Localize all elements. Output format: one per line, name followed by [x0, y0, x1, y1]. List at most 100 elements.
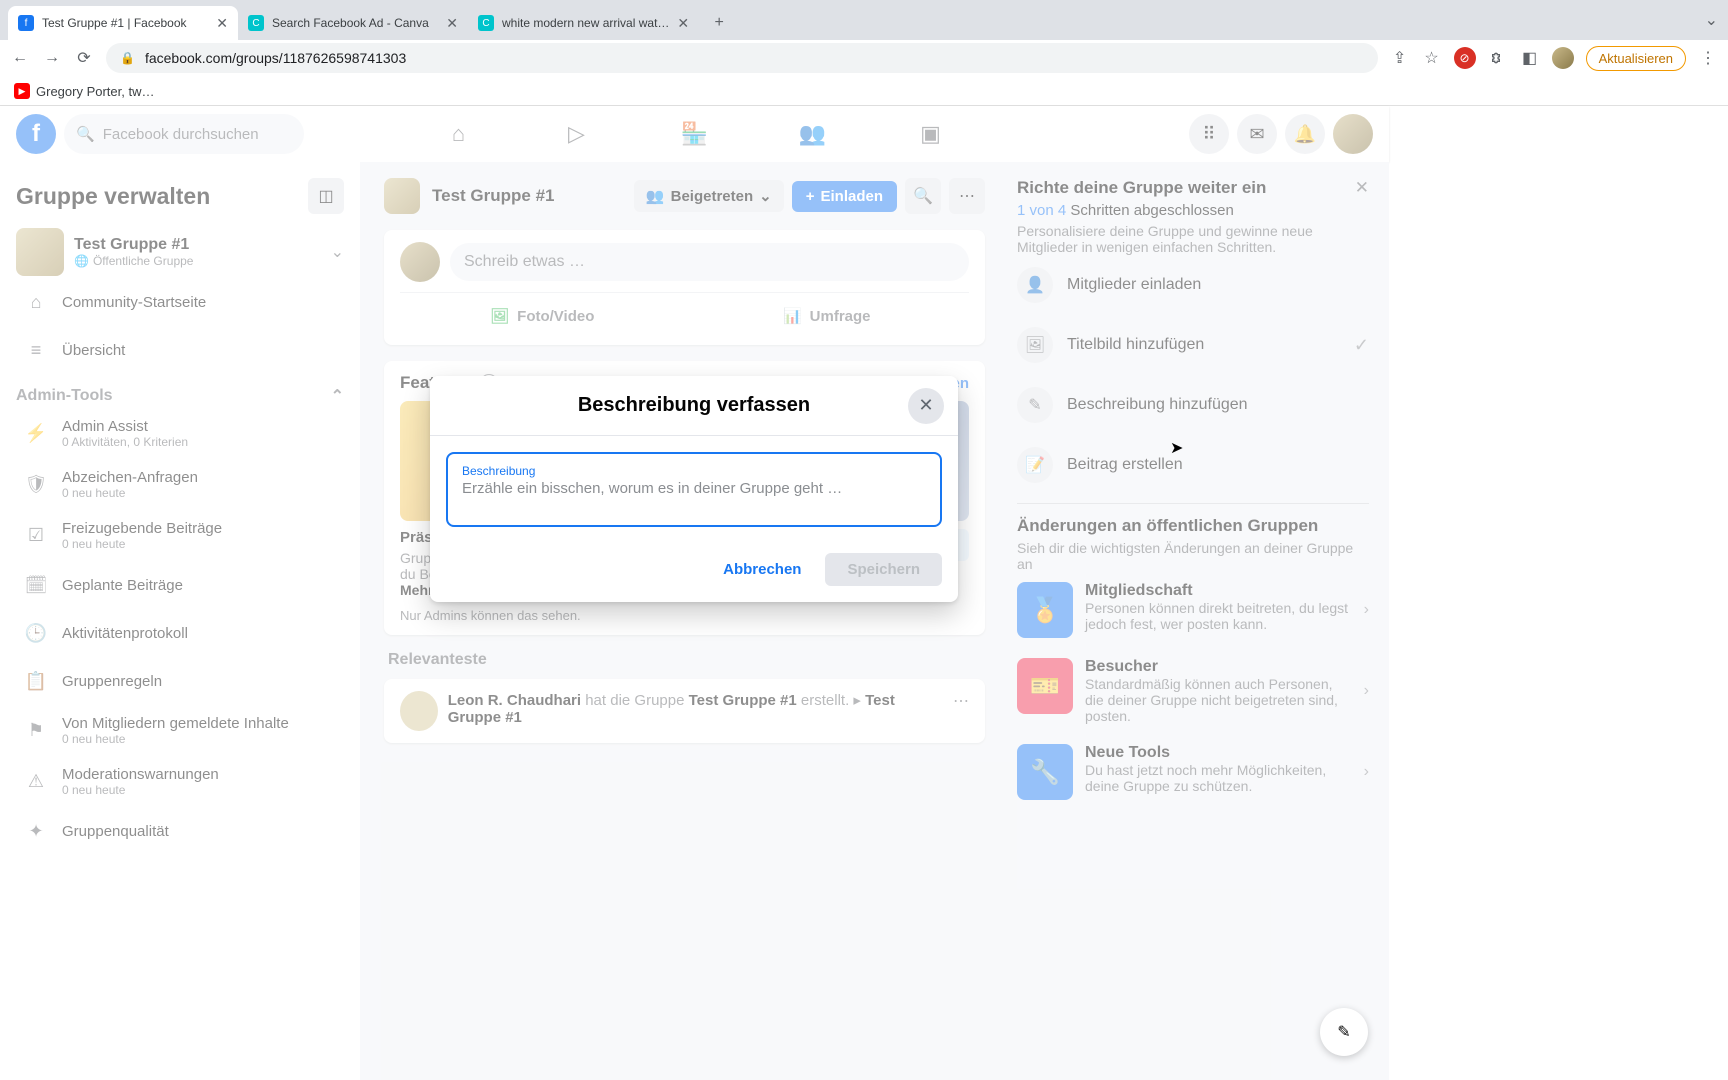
nav-groups-icon[interactable]: 👥: [758, 110, 868, 158]
close-modal-button[interactable]: ✕: [908, 388, 944, 424]
field-placeholder: Erzähle ein bisschen, worum es in deiner…: [462, 480, 926, 497]
sidebar-item-badge-requests[interactable]: 🛡 Abzeichen-Anfragen0 neu heute: [16, 461, 344, 508]
step-add-cover[interactable]: 🖼 Titelbild hinzufügen ✓: [1017, 315, 1369, 375]
dismiss-setup-icon[interactable]: ✕: [1355, 178, 1369, 198]
sidebar-section-admin[interactable]: Admin-Tools ⌃: [16, 386, 344, 406]
bell-icon[interactable]: 🔔: [1285, 114, 1325, 154]
chevron-down-icon: ⌄: [331, 242, 344, 262]
sidebar-item-member-reports[interactable]: ⚑ Von Mitgliedern gemeldete Inhalte0 neu…: [16, 707, 344, 754]
avatar[interactable]: [1333, 114, 1373, 154]
tab-facebook[interactable]: f Test Gruppe #1 | Facebook ✕: [8, 6, 238, 40]
rail-card-tools[interactable]: 🔧 Neue ToolsDu hast jetzt noch mehr Mögl…: [1017, 734, 1369, 810]
tab-strip: f Test Gruppe #1 | Facebook ✕ C Search F…: [0, 0, 1728, 40]
fb-logo[interactable]: f: [16, 114, 56, 154]
photo-video-button[interactable]: 🖼Foto/Video: [400, 299, 685, 333]
list-icon: ≡: [22, 336, 50, 364]
nav-gaming-icon[interactable]: ▣: [876, 110, 986, 158]
share-icon[interactable]: ⇪: [1390, 48, 1410, 68]
sidebar-item-community-home[interactable]: ⌂ Community-Startseite: [16, 280, 344, 324]
sidebar-item-group-quality[interactable]: ✦ Gruppenqualität: [16, 809, 344, 853]
fb-search-input[interactable]: 🔍 Facebook durchsuchen: [64, 114, 304, 154]
warning-icon: ⚠: [22, 768, 50, 796]
sidebar-item-moderation-alerts[interactable]: ⚠ Moderationswarnungen0 neu heute: [16, 758, 344, 805]
step-invite-members[interactable]: 👤 Mitglieder einladen: [1017, 255, 1369, 315]
cancel-button[interactable]: Abbrechen: [709, 553, 815, 586]
step-create-post[interactable]: 📝 Beitrag erstellen: [1017, 435, 1369, 495]
sidebar-item-overview[interactable]: ≡ Übersicht: [16, 328, 344, 372]
url-input[interactable]: 🔒 facebook.com/groups/1187626598741303: [106, 43, 1378, 73]
close-icon[interactable]: ✕: [446, 15, 458, 32]
invite-button[interactable]: +Einladen: [792, 181, 897, 212]
canva-icon: C: [478, 15, 494, 31]
sidebar-collapse-icon[interactable]: ◫: [308, 178, 344, 214]
close-icon[interactable]: ✕: [216, 15, 228, 32]
group-thumb: [384, 178, 420, 214]
back-button[interactable]: ←: [10, 48, 30, 68]
rail-card-membership[interactable]: 🏅 MitgliedschaftPersonen können direkt b…: [1017, 572, 1369, 648]
description-textarea[interactable]: Beschreibung Erzähle ein bisschen, worum…: [446, 452, 942, 527]
poll-icon: 📊: [783, 307, 802, 325]
approve-icon: ☑: [22, 522, 50, 550]
reload-button[interactable]: ⟳: [74, 48, 94, 68]
nav-watch-icon[interactable]: ▷: [522, 110, 632, 158]
forward-button[interactable]: →: [42, 48, 62, 68]
compose-fab[interactable]: ✎: [1320, 1008, 1368, 1056]
image-icon: 🖼: [1017, 327, 1053, 363]
sidebar-item-pending-posts[interactable]: ☑ Freizugebende Beiträge0 neu heute: [16, 512, 344, 559]
main-column: Test Gruppe #1 👥Beigetreten⌄ +Einladen 🔍…: [360, 162, 1009, 1080]
setup-title: Richte deine Gruppe weiter ein: [1017, 178, 1266, 198]
tab-canva-2[interactable]: C white modern new arrival wat… ✕: [468, 6, 699, 40]
globe-icon: 🌐: [74, 254, 89, 268]
mouse-cursor: ➤: [1170, 438, 1183, 458]
more-button[interactable]: ⋯: [949, 178, 985, 214]
composer-input[interactable]: Schreib etwas …: [450, 243, 969, 281]
page-header: Test Gruppe #1 👥Beigetreten⌄ +Einladen 🔍…: [384, 162, 985, 230]
bookmark-bar: ▶ Gregory Porter, tw…: [0, 76, 1728, 106]
save-button[interactable]: Speichern: [825, 553, 942, 586]
search-button[interactable]: 🔍: [905, 178, 941, 214]
sidepanel-icon[interactable]: ◧: [1520, 48, 1540, 68]
adblock-icon[interactable]: ⊘: [1454, 47, 1476, 69]
sidebar-item-scheduled[interactable]: 🗓 Geplante Beiträge: [16, 563, 344, 607]
update-button[interactable]: Aktualisieren: [1586, 46, 1686, 71]
sidebar-item-admin-assist[interactable]: ⚡ Admin Assist0 Aktivitäten, 0 Kriterien: [16, 410, 344, 457]
tools-icon: 🔧: [1017, 744, 1073, 800]
group-thumb: [16, 228, 64, 276]
menu-grid-icon[interactable]: ⠿: [1189, 114, 1229, 154]
fb-header-right: ⠿ ✉ 🔔: [1189, 114, 1373, 154]
canva-icon: C: [248, 15, 264, 31]
fb-body: Gruppe verwalten ◫ Test Gruppe #1 🌐Öffen…: [0, 162, 1389, 1080]
step-add-description[interactable]: ✎ Beschreibung hinzufügen: [1017, 375, 1369, 435]
profile-avatar[interactable]: [1552, 47, 1574, 69]
chevron-right-icon: ›: [1364, 682, 1369, 700]
bookmark-star-icon[interactable]: ☆: [1422, 48, 1442, 68]
chevron-right-icon: ›: [1364, 763, 1369, 781]
nav-home-icon[interactable]: ⌂: [404, 110, 514, 158]
rail-card-visitors[interactable]: 🎫 BesucherStandardmäßig können auch Pers…: [1017, 648, 1369, 734]
new-tab-button[interactable]: +: [705, 9, 733, 37]
facebook-icon: f: [18, 15, 34, 31]
sidebar-item-group-rules[interactable]: 📋 Gruppenregeln: [16, 659, 344, 703]
puzzle-icon[interactable]: [1488, 48, 1508, 68]
invite-icon: 👤: [1017, 267, 1053, 303]
nav-marketplace-icon[interactable]: 🏪: [640, 110, 750, 158]
post-headline: Leon R. Chaudhari hat die Gruppe Test Gr…: [448, 691, 943, 726]
kebab-icon[interactable]: ⋮: [1698, 48, 1718, 68]
sidebar-item-activity-log[interactable]: 🕒 Aktivitätenprotokoll: [16, 611, 344, 655]
divider: [1017, 503, 1369, 504]
page-title: Test Gruppe #1: [432, 186, 555, 206]
address-bar: ← → ⟳ 🔒 facebook.com/groups/118762659874…: [0, 40, 1728, 76]
setup-desc: Personalisiere deine Gruppe und gewinne …: [1017, 223, 1369, 255]
tab-overflow-icon[interactable]: ⌄: [1705, 10, 1718, 30]
messenger-icon[interactable]: ✉: [1237, 114, 1277, 154]
sidebar-group-selector[interactable]: Test Gruppe #1 🌐Öffentliche Gruppe ⌄: [16, 228, 344, 276]
description-modal: Beschreibung verfassen ✕ Beschreibung Er…: [430, 376, 958, 602]
bookmark-item[interactable]: Gregory Porter, tw…: [36, 84, 154, 99]
post-menu-icon[interactable]: ⋯: [953, 691, 969, 711]
joined-button[interactable]: 👥Beigetreten⌄: [634, 180, 784, 212]
changes-sub: Sieh dir die wichtigsten Änderungen an d…: [1017, 540, 1369, 572]
close-icon[interactable]: ✕: [677, 15, 689, 32]
tab-canva-1[interactable]: C Search Facebook Ad - Canva ✕: [238, 6, 468, 40]
poll-button[interactable]: 📊Umfrage: [685, 299, 970, 333]
field-label: Beschreibung: [462, 464, 926, 478]
